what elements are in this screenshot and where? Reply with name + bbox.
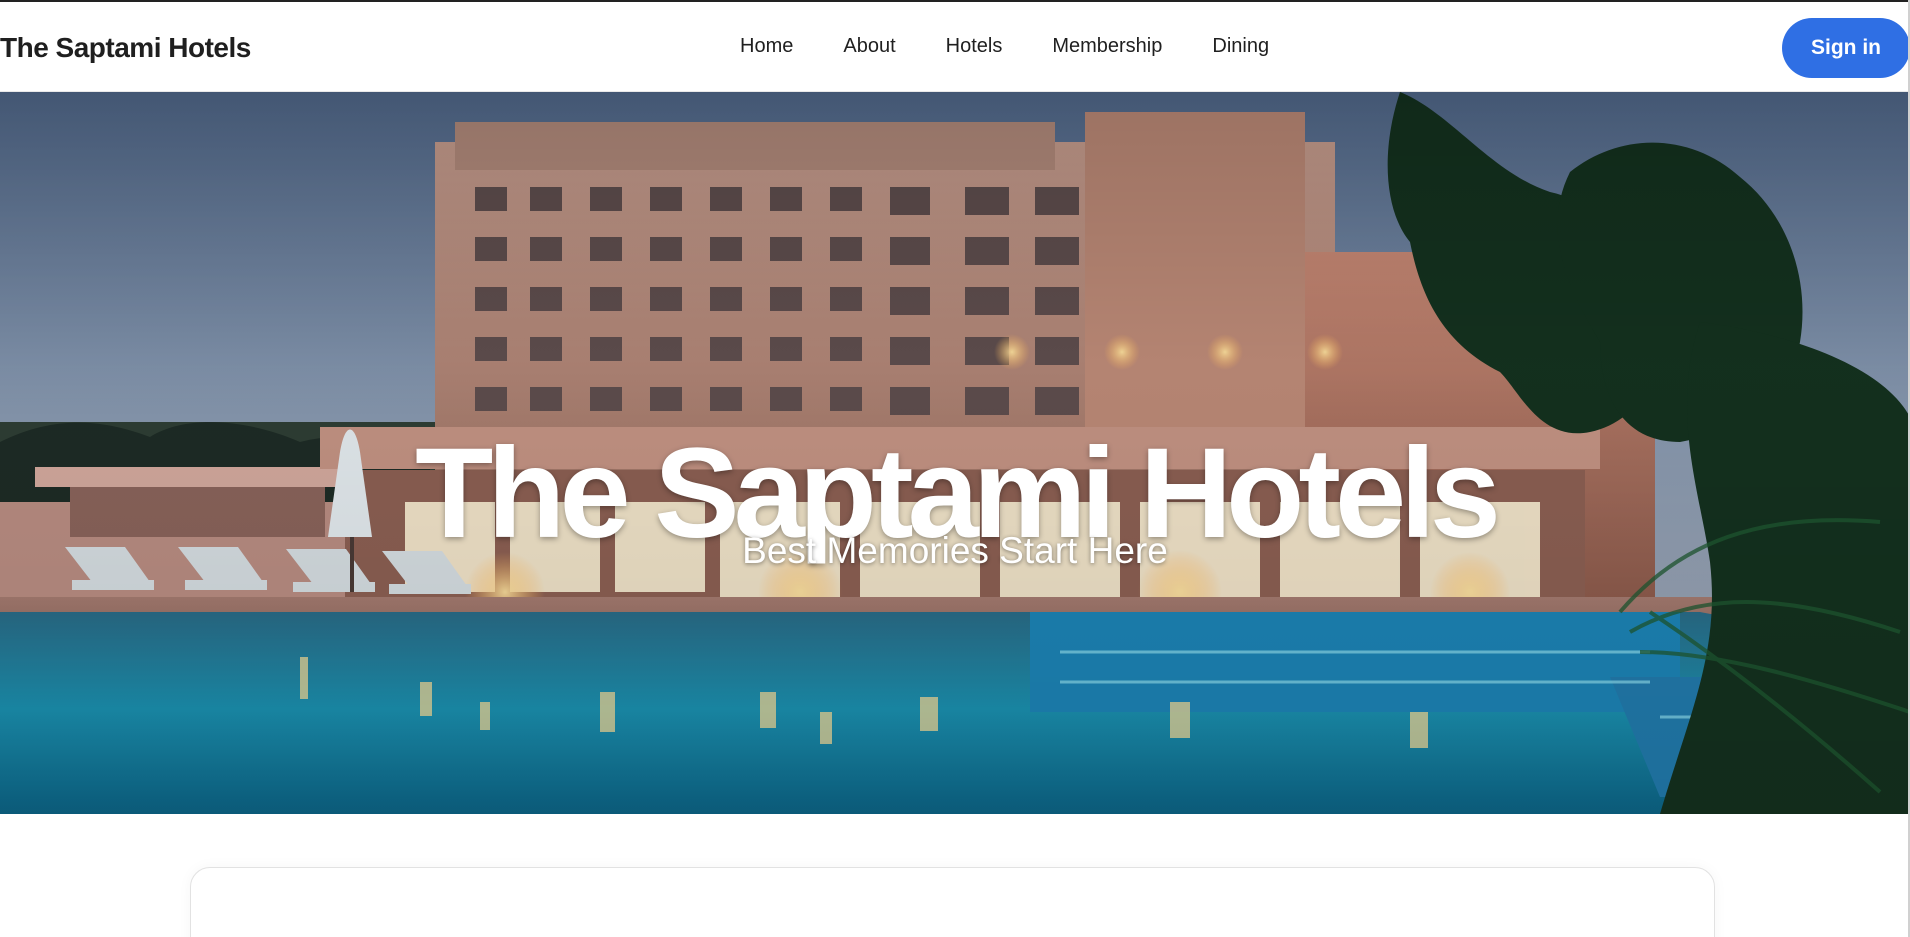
main-navigation: Home About Hotels Membership Dining — [740, 35, 1269, 58]
nav-home-link[interactable]: Home — [740, 35, 793, 58]
site-header: The Saptami Hotels Home About Hotels Mem… — [0, 2, 1910, 92]
nav-dining-link[interactable]: Dining — [1212, 35, 1269, 58]
page: The Saptami Hotels Home About Hotels Mem… — [0, 0, 1910, 937]
sign-in-button[interactable]: Sign in — [1782, 18, 1910, 78]
hero-subtitle: Best Memories Start Here — [742, 530, 1168, 571]
nav-hotels-link[interactable]: Hotels — [946, 35, 1003, 58]
brand-logo-text[interactable]: The Saptami Hotels — [0, 32, 251, 64]
nav-membership-link[interactable]: Membership — [1052, 35, 1162, 58]
hero-banner: The Saptami Hotels Best Memories Start H… — [0, 92, 1910, 814]
content-card — [190, 867, 1715, 937]
nav-about-link[interactable]: About — [843, 35, 895, 58]
